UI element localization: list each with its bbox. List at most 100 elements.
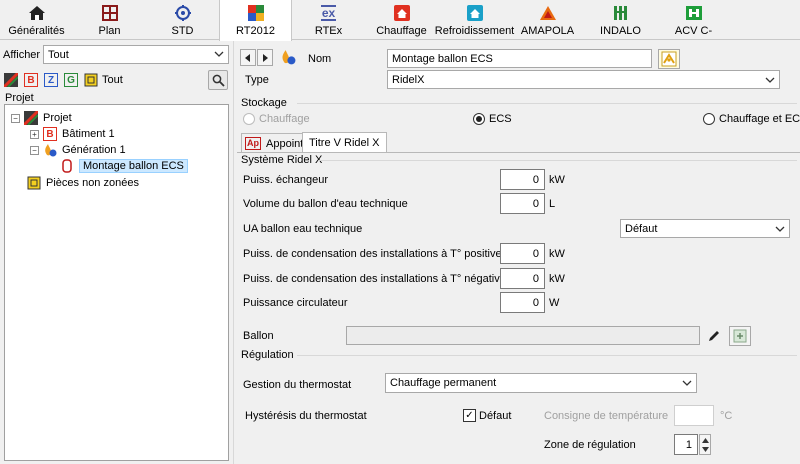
type-label: Type xyxy=(245,74,269,86)
cooling-house-icon xyxy=(465,3,485,23)
collapse-icon[interactable]: − xyxy=(30,145,39,155)
toolbar-rt2012[interactable]: RT2012 xyxy=(219,0,292,41)
add-ballon-button[interactable] xyxy=(729,326,751,346)
toolbar-acv[interactable]: ACV C- xyxy=(657,0,730,40)
ballon-input[interactable] xyxy=(346,326,700,345)
toolbar-amapola[interactable]: AMAPOLA xyxy=(511,0,584,40)
zone-filter-icon[interactable]: Z xyxy=(44,73,58,87)
previous-button[interactable] xyxy=(240,49,256,66)
appoint-icon: Ap xyxy=(245,137,261,150)
ua-select[interactable]: Défaut xyxy=(620,219,790,238)
volume-ballon-input[interactable]: 0 xyxy=(500,193,545,214)
project-icon xyxy=(24,111,38,125)
groupe-filter-icon[interactable]: G xyxy=(64,73,78,87)
projet-filter-icon[interactable] xyxy=(4,73,18,87)
unit-label: kW xyxy=(549,273,565,285)
add-icon xyxy=(733,329,747,343)
afficher-select[interactable]: Tout xyxy=(43,45,229,64)
rt2012-icon xyxy=(246,3,266,23)
toolbar-generalites[interactable]: Généralités xyxy=(0,0,73,40)
unit-label: kW xyxy=(549,174,565,186)
acv-icon xyxy=(684,3,704,23)
generation-icon xyxy=(43,143,57,157)
expand-icon[interactable]: + xyxy=(30,129,39,139)
edit-ballon-button[interactable] xyxy=(703,326,725,346)
defaut-checkbox[interactable]: ✓ Défaut xyxy=(463,409,511,422)
main-toolbar: Généralités Plan STD RT2012 ex RTEx Chau… xyxy=(0,0,800,41)
tree-node-pieces[interactable]: Pièces non zonées xyxy=(27,175,139,191)
arrow-left-icon xyxy=(245,53,250,62)
radio-chauffage[interactable]: Chauffage xyxy=(243,113,310,125)
properties-panel: Nom Montage ballon ECS Type RidelX Stock… xyxy=(237,41,800,464)
toolbar-std[interactable]: STD xyxy=(146,0,219,40)
unit-label: L xyxy=(549,198,556,210)
tree-node-projet[interactable]: − Projet xyxy=(11,110,72,126)
puissance-circulateur-input[interactable]: 0 xyxy=(500,292,545,313)
amapola-icon xyxy=(538,3,558,23)
toolbar-rtex[interactable]: ex RTEx xyxy=(292,0,365,40)
tab-appoint[interactable]: Ap Appoint xyxy=(241,133,311,153)
collapse-icon[interactable]: − xyxy=(11,113,20,123)
filter-row: B Z G Tout xyxy=(0,70,233,92)
search-button[interactable] xyxy=(208,70,228,90)
consigne-input[interactable] xyxy=(674,405,714,426)
radio-ecs[interactable]: ECS xyxy=(473,113,512,125)
tree-node-montage-ballon[interactable]: Montage ballon ECS xyxy=(60,158,188,174)
toolbar-refroidissement[interactable]: Refroidissement xyxy=(435,0,514,40)
afficher-label: Afficher xyxy=(3,49,41,61)
rename-button[interactable] xyxy=(658,49,680,69)
toolbar-plan[interactable]: Plan xyxy=(73,0,146,40)
row-label: Puiss. échangeur xyxy=(243,174,328,186)
row-label: Puissance circulateur xyxy=(243,297,348,309)
gestion-select[interactable]: Chauffage permanent xyxy=(385,373,697,393)
tree-node-generation[interactable]: − Génération 1 xyxy=(30,142,126,158)
left-panel: Afficher Tout B Z G Tout Projet − Projet… xyxy=(0,41,233,464)
generation-icon xyxy=(280,49,296,68)
puiss-echangeur-input[interactable]: 0 xyxy=(500,169,545,190)
gestion-label: Gestion du thermostat xyxy=(243,379,352,391)
arrow-right-icon xyxy=(263,53,268,62)
rtex-icon: ex xyxy=(320,5,337,21)
stepper-up-icon xyxy=(702,438,709,443)
batiment-filter-icon[interactable]: B xyxy=(24,73,38,87)
std-icon xyxy=(173,3,193,23)
search-icon xyxy=(212,74,225,87)
unit-label: W xyxy=(549,297,560,309)
room-filter-icon[interactable] xyxy=(84,73,98,87)
rename-icon xyxy=(661,51,677,67)
tree-node-batiment[interactable]: + B Bâtiment 1 xyxy=(30,126,115,142)
zone-input[interactable]: 1 xyxy=(674,434,698,455)
next-button[interactable] xyxy=(257,49,273,66)
chevron-down-icon xyxy=(765,77,775,83)
radio-chauffage-et-ecs[interactable]: Chauffage et ECS xyxy=(703,113,800,125)
zone-label: Zone de régulation xyxy=(544,439,636,451)
projet-header: Projet xyxy=(5,92,34,104)
toolbar-indalo[interactable]: INDALO xyxy=(584,0,657,40)
hysteresis-label: Hystérésis du thermostat xyxy=(245,410,367,422)
row-label: Volume du ballon d'eau technique xyxy=(243,198,408,210)
nom-label: Nom xyxy=(308,53,332,65)
puiss-condensation-positive-input[interactable]: 0 xyxy=(500,243,545,264)
zone-stepper[interactable] xyxy=(699,434,711,455)
toolbar-chauffage[interactable]: Chauffage xyxy=(365,0,438,40)
room-icon xyxy=(27,176,41,190)
tout-filter-label[interactable]: Tout xyxy=(102,74,123,86)
batiment-icon: B xyxy=(43,127,57,141)
check-icon: ✓ xyxy=(463,409,476,422)
afficher-row: Afficher Tout xyxy=(0,45,233,66)
project-tree: − Projet + B Bâtiment 1 − Génération 1 M… xyxy=(4,104,229,461)
chevron-down-icon xyxy=(214,51,224,57)
puiss-condensation-negative-input[interactable]: 0 xyxy=(500,268,545,289)
consigne-label: Consigne de température xyxy=(544,410,669,422)
tab-titre-v-ridel-x[interactable]: Titre V Ridel X xyxy=(302,132,387,153)
indalo-icon xyxy=(611,3,631,23)
nom-input[interactable]: Montage ballon ECS xyxy=(387,49,652,68)
row-label: Puiss. de condensation des installations… xyxy=(243,248,502,260)
ballon-label: Ballon xyxy=(243,330,274,342)
regulation-label: Régulation xyxy=(241,349,294,361)
row-label: Puiss. de condensation des installations… xyxy=(243,273,506,285)
consigne-unit: °C xyxy=(720,410,733,422)
ballon-icon xyxy=(60,159,74,173)
heating-house-icon xyxy=(392,3,412,23)
type-select[interactable]: RidelX xyxy=(387,70,780,89)
